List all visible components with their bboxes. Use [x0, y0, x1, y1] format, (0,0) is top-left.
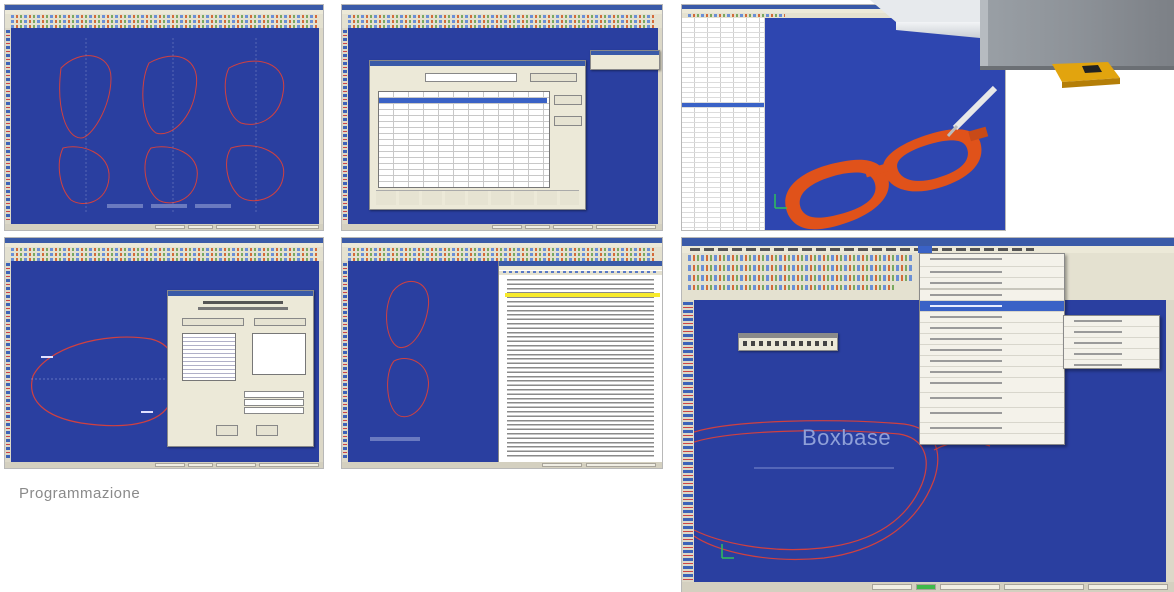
floating-toolbox	[738, 333, 838, 351]
menu-item-highlighted[interactable]	[920, 301, 1064, 312]
program-table-dialog	[369, 60, 586, 210]
menu-item[interactable]	[920, 378, 1064, 393]
menu-item[interactable]	[920, 267, 1064, 278]
code-listing-panel	[498, 261, 662, 462]
submenu-item[interactable]	[1064, 316, 1159, 327]
cancel-button[interactable]	[256, 425, 278, 436]
side-button[interactable]	[554, 95, 582, 105]
dialog-button[interactable]	[182, 318, 244, 326]
dialog-header-field	[425, 73, 517, 82]
program-table	[378, 91, 550, 188]
code-selected-line[interactable]	[505, 293, 660, 297]
screenshot-menu-boxbase: Boxbase	[682, 238, 1174, 592]
code-lines	[507, 279, 654, 458]
input-field[interactable]	[244, 399, 304, 406]
foot-pedal	[1052, 62, 1120, 88]
submenu	[1063, 315, 1160, 369]
menu-item[interactable]	[920, 278, 1064, 290]
lens-outline-drawing	[370, 280, 430, 441]
menu-item[interactable]	[920, 312, 1064, 323]
menu-item[interactable]	[920, 356, 1064, 367]
cutting-tool	[946, 85, 998, 138]
submenu-item[interactable]	[1064, 349, 1159, 360]
status-bar	[342, 462, 662, 468]
status-bar	[5, 224, 323, 230]
parameters-dialog	[167, 290, 314, 447]
menu-item[interactable]	[920, 290, 1064, 301]
screenshot-code-listing	[342, 238, 662, 468]
data-list-selected-row[interactable]	[682, 103, 764, 107]
machine-photo	[870, 0, 1174, 90]
menu-bar	[682, 246, 1174, 253]
program-table-selected-row[interactable]	[379, 98, 547, 103]
drawing-canvas	[11, 28, 319, 224]
input-field[interactable]	[244, 407, 304, 414]
menu-item[interactable]	[920, 334, 1064, 345]
submenu-item[interactable]	[1064, 327, 1159, 338]
status-bar	[682, 582, 1174, 592]
menu-item[interactable]	[920, 367, 1064, 378]
dialog-button[interactable]	[254, 318, 306, 326]
status-bar	[342, 224, 662, 230]
ok-button[interactable]	[216, 425, 238, 436]
window-titlebar	[682, 238, 1174, 246]
screenshot-lens-parameters-dialog	[5, 238, 323, 468]
screenshot-table-dialog	[342, 5, 662, 230]
input-field[interactable]	[244, 391, 304, 398]
menu-item[interactable]	[920, 393, 1064, 408]
lens-outlines-drawing	[58, 38, 285, 213]
tool-palette	[682, 300, 694, 582]
status-bar	[5, 462, 323, 468]
list-box[interactable]	[182, 333, 236, 381]
side-panel	[319, 261, 323, 462]
dropdown-menu	[919, 253, 1065, 445]
side-panel	[1166, 300, 1174, 582]
drawing-canvas	[348, 261, 498, 462]
list-box[interactable]	[252, 333, 306, 375]
dialog-footer-buttons	[376, 190, 579, 205]
side-panel	[319, 28, 323, 224]
menu-item[interactable]	[920, 323, 1064, 334]
menu-item[interactable]	[920, 345, 1064, 356]
section-caption: Programmazione	[19, 485, 141, 502]
menu-item[interactable]	[920, 423, 1064, 434]
side-button[interactable]	[554, 116, 582, 126]
screenshot-lens-outlines	[5, 5, 323, 230]
floating-toolbox	[590, 50, 660, 70]
submenu-item[interactable]	[1064, 338, 1159, 349]
menu-item[interactable]	[920, 254, 1064, 267]
submenu-item[interactable]	[1064, 360, 1159, 370]
canvas-label: Boxbase	[802, 425, 892, 450]
data-list-panel	[682, 18, 764, 230]
menu-open-item[interactable]	[918, 246, 932, 253]
menu-item[interactable]	[920, 408, 1064, 423]
dialog-button[interactable]	[530, 73, 577, 82]
